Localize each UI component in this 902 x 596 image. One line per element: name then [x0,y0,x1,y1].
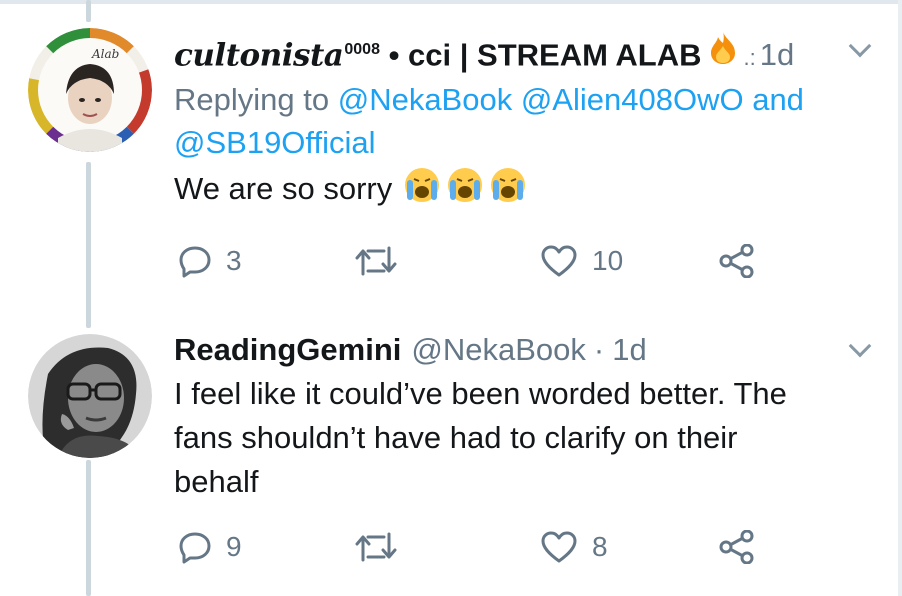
retweet-button[interactable] [354,244,412,278]
tweet-header: ReadingGemini @NekaBook · 1d [174,330,878,370]
mention-link[interactable]: @NekaBook @Alien408OwO [338,82,744,117]
retweet-icon [355,532,397,562]
tweet-text: I feel like it could’ve been worded bett… [174,376,787,499]
thread-line-top [86,0,91,22]
retweet-button[interactable] [354,530,412,564]
reply-button[interactable]: 9 [178,530,242,564]
fire-icon [708,31,738,75]
tweet-time[interactable]: 1d [612,330,646,370]
like-button[interactable]: 8 [540,530,608,564]
avatar[interactable]: Alab [28,28,152,152]
crying-face-icon [403,166,529,216]
reply-button[interactable]: 3 [178,244,242,278]
top-border [0,0,902,4]
like-icon [541,245,577,277]
like-icon [541,531,577,563]
reply-icon [179,532,211,564]
share-button[interactable] [718,530,756,564]
share-icon [719,530,754,564]
display-name[interactable]: cultonista0008 • cci | STREAM ALAB [174,30,702,75]
avatar[interactable] [28,334,152,458]
replying-to: Replying to @NekaBook @Alien408OwO and @… [174,82,804,161]
mention-link[interactable]: @SB19Official [174,125,376,160]
thread-line-middle [86,162,91,328]
tweet-text: We are so sorry [174,166,878,216]
tweet-header: cultonista0008 • cci | STREAM ALAB .: 1d [174,30,878,78]
handle[interactable]: @NekaBook [411,330,586,370]
tweet-time[interactable]: 1d [760,35,794,75]
like-button[interactable]: 10 [540,244,623,278]
retweet-icon [355,246,397,276]
share-icon [719,244,754,278]
thread-line-bottom [86,460,91,596]
display-name[interactable]: ReadingGemini [174,330,401,370]
share-button[interactable] [718,244,756,278]
reply-icon [179,246,211,278]
right-border [898,0,902,596]
svg-text:Alab: Alab [91,47,119,61]
